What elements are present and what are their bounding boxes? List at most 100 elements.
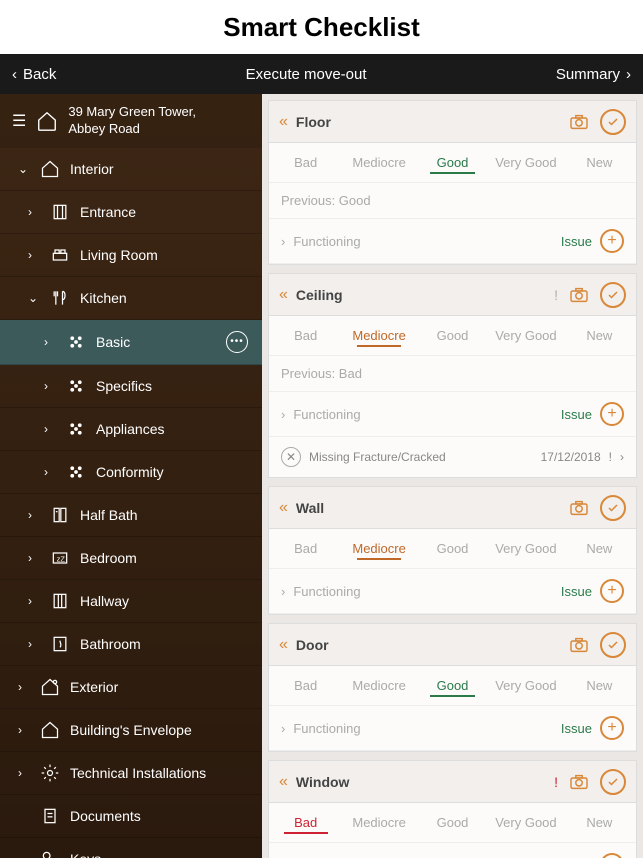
add-issue-button[interactable]: +: [600, 229, 624, 253]
rating-very-good[interactable]: Very Good: [489, 803, 562, 842]
camera-icon[interactable]: [566, 109, 592, 135]
rating-bad[interactable]: Bad: [269, 316, 342, 355]
nav-title: Execute move-out: [56, 66, 555, 83]
content-panel: «FloorBadMediocreGoodVery GoodNewPreviou…: [262, 94, 643, 858]
add-issue-button[interactable]: +: [600, 579, 624, 603]
functioning-row[interactable]: ›FunctioningIssue+: [269, 569, 636, 614]
add-issue-button[interactable]: +: [600, 402, 624, 426]
item-icon: [40, 720, 60, 740]
more-icon[interactable]: •••: [226, 331, 248, 353]
chevron-left-icon[interactable]: «: [279, 113, 288, 131]
note-row[interactable]: ✕Missing Fracture/Cracked17/12/2018!›: [269, 437, 636, 477]
issue-label: Issue: [561, 584, 592, 599]
add-issue-button[interactable]: +: [600, 716, 624, 740]
sidebar-item-entrance[interactable]: ›Entrance: [0, 191, 262, 234]
chevron-left-icon[interactable]: «: [279, 636, 288, 654]
camera-icon[interactable]: [566, 495, 592, 521]
rating-good[interactable]: Good: [416, 143, 489, 182]
functioning-row[interactable]: ›FunctioningIssue+: [269, 219, 636, 264]
rating-good[interactable]: Good: [416, 529, 489, 568]
note-icon: ✕: [281, 447, 301, 467]
item-label: Kitchen: [80, 290, 127, 306]
sidebar-item-kitchen[interactable]: ⌄ Kitchen: [0, 277, 262, 320]
chevron-left-icon[interactable]: «: [279, 286, 288, 304]
sidebar-item-hallway[interactable]: ›Hallway: [0, 580, 262, 623]
sidebar-item-technical-installations[interactable]: ›Technical Installations: [0, 752, 262, 795]
sidebar-item-bedroom[interactable]: ›zZBedroom: [0, 537, 262, 580]
check-icon[interactable]: [600, 109, 626, 135]
chevron-icon: ⌄: [28, 291, 40, 305]
item-icon: [50, 288, 70, 308]
warning-icon: !: [554, 287, 558, 303]
previous-label: Previous: Good: [269, 183, 636, 219]
rating-bad[interactable]: Bad: [269, 666, 342, 705]
rating-new[interactable]: New: [563, 316, 636, 355]
rating-very-good[interactable]: Very Good: [489, 316, 562, 355]
add-issue-button[interactable]: +: [600, 853, 624, 858]
back-button[interactable]: ‹ Back: [12, 66, 56, 83]
chevron-left-icon[interactable]: «: [279, 773, 288, 791]
functioning-row[interactable]: ›FunctioningIssue+: [269, 843, 636, 858]
functioning-row[interactable]: ›FunctioningIssue+: [269, 392, 636, 437]
rating-mediocre[interactable]: Mediocre: [342, 666, 415, 705]
chevron-right-icon: ›: [281, 584, 285, 599]
chevron-left-icon[interactable]: «: [279, 499, 288, 517]
card-title: Wall: [296, 500, 324, 516]
rating-mediocre[interactable]: Mediocre: [342, 316, 415, 355]
chevron-icon: ›: [44, 422, 56, 436]
camera-icon[interactable]: [566, 632, 592, 658]
sidebar-item-building-s-envelope[interactable]: ›Building's Envelope: [0, 709, 262, 752]
issue-label: Issue: [561, 407, 592, 422]
rating-mediocre[interactable]: Mediocre: [342, 803, 415, 842]
sidebar-item-basic[interactable]: ›Basic•••: [0, 320, 262, 365]
item-icon: [66, 376, 86, 396]
previous-label: Previous: Bad: [269, 356, 636, 392]
sidebar-header[interactable]: ☰ 39 Mary Green Tower, Abbey Road: [0, 94, 262, 148]
warning-icon: !: [609, 450, 612, 464]
rating-mediocre[interactable]: Mediocre: [342, 529, 415, 568]
chevron-icon: ›: [44, 465, 56, 479]
rating-bad[interactable]: Bad: [269, 143, 342, 182]
camera-icon[interactable]: [566, 769, 592, 795]
sidebar-item-specifics[interactable]: ›Specifics: [0, 365, 262, 408]
check-icon[interactable]: [600, 495, 626, 521]
functioning-label: Functioning: [293, 407, 360, 422]
rating-good[interactable]: Good: [416, 666, 489, 705]
check-icon[interactable]: [600, 769, 626, 795]
item-label: Half Bath: [80, 507, 138, 523]
rating-very-good[interactable]: Very Good: [489, 143, 562, 182]
functioning-row[interactable]: ›FunctioningIssue+: [269, 706, 636, 751]
address: 39 Mary Green Tower, Abbey Road: [68, 104, 196, 138]
summary-button[interactable]: Summary ›: [556, 66, 631, 83]
sidebar-item-exterior[interactable]: ›Exterior: [0, 666, 262, 709]
sidebar-item-living-room[interactable]: ›Living Room: [0, 234, 262, 277]
camera-icon[interactable]: [566, 282, 592, 308]
rating-good[interactable]: Good: [416, 803, 489, 842]
rating-bad[interactable]: Bad: [269, 529, 342, 568]
rating-new[interactable]: New: [563, 143, 636, 182]
rating-new[interactable]: New: [563, 666, 636, 705]
rating-row: BadMediocreGoodVery GoodNew: [269, 666, 636, 706]
sidebar-item-appliances[interactable]: › Appliances: [0, 408, 262, 451]
sidebar-item-bathroom[interactable]: ›Bathroom: [0, 623, 262, 666]
item-label: Technical Installations: [70, 765, 206, 781]
rating-mediocre[interactable]: Mediocre: [342, 143, 415, 182]
rating-very-good[interactable]: Very Good: [489, 666, 562, 705]
check-icon[interactable]: [600, 282, 626, 308]
check-icon[interactable]: [600, 632, 626, 658]
sidebar-item-interior[interactable]: ⌄Interior: [0, 148, 262, 191]
sidebar-item-keys[interactable]: Keys: [0, 838, 262, 858]
rating-bad[interactable]: Bad: [269, 803, 342, 842]
rating-new[interactable]: New: [563, 803, 636, 842]
rating-very-good[interactable]: Very Good: [489, 529, 562, 568]
item-label: Exterior: [70, 679, 118, 695]
rating-good[interactable]: Good: [416, 316, 489, 355]
chevron-right-icon: ›: [626, 66, 631, 83]
card-title: Door: [296, 637, 329, 653]
item-label: Appliances: [96, 421, 165, 437]
sidebar-item-conformity[interactable]: ›Conformity: [0, 451, 262, 494]
sidebar-item-documents[interactable]: Documents: [0, 795, 262, 838]
sidebar-item-half-bath[interactable]: ›Half Bath: [0, 494, 262, 537]
chevron-left-icon: ‹: [12, 66, 17, 83]
rating-new[interactable]: New: [563, 529, 636, 568]
